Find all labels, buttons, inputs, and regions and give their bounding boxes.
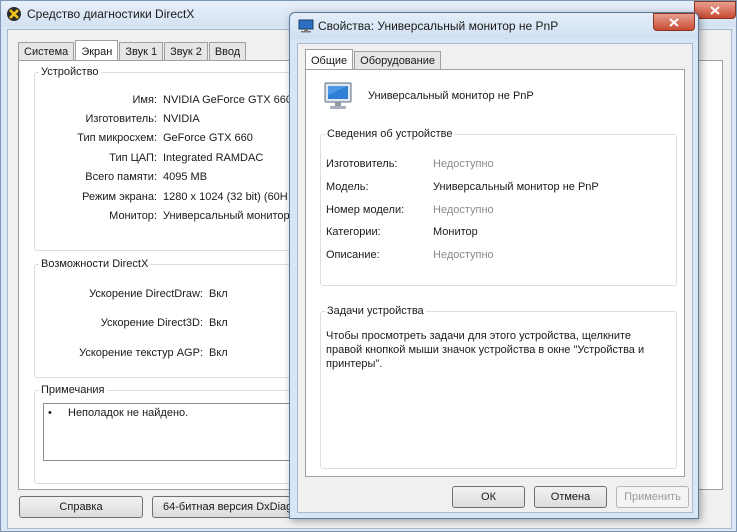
properties-dialog: Свойства: Универсальный монитор не PnP О… [289, 12, 699, 519]
device-row-value: NVIDIA [163, 113, 200, 125]
info-row-value: Универсальный монитор не PnP [433, 181, 599, 193]
general-tab-panel: Универсальный монитор не PnP Сведения об… [305, 69, 685, 477]
tab-display[interactable]: Экран [75, 40, 119, 61]
directx-features-legend: Возможности DirectX [41, 258, 149, 270]
feature-row-label: Ускорение DirectDraw: [89, 288, 203, 300]
monitor-icon [324, 82, 352, 109]
dxdiag-close-button[interactable] [694, 1, 736, 19]
apply-button: Применить [616, 486, 689, 508]
info-row-label: Номер модели: [326, 204, 405, 216]
device-name-label: Универсальный монитор не PnP [368, 90, 534, 102]
monitor-icon [298, 19, 314, 33]
device-row-value: GeForce GTX 660 [163, 132, 253, 144]
dxdiag-app-icon [7, 7, 21, 21]
device-info-legend: Сведения об устройстве [327, 128, 453, 140]
tab-general[interactable]: Общие [305, 49, 354, 70]
tab-input[interactable]: Ввод [208, 42, 247, 61]
device-row-label: Всего памяти: [85, 171, 157, 183]
dxdiag-tabs: Система Экран Звук 1 Звук 2 Ввод [18, 40, 247, 61]
properties-title: Свойства: Универсальный монитор не PnP [318, 19, 559, 33]
info-row-value: Недоступно [433, 249, 494, 261]
info-row-label: Модель: [326, 181, 369, 193]
feature-row-value: Вкл [209, 288, 228, 300]
properties-titlebar[interactable]: Свойства: Универсальный монитор не PnP [290, 13, 698, 39]
device-row-label: Режим экрана: [82, 191, 157, 203]
info-row-value: Недоступно [433, 204, 494, 216]
feature-row-value: Вкл [209, 317, 228, 329]
device-row-label: Имя: [132, 94, 157, 106]
tab-system[interactable]: Система [18, 42, 75, 61]
cancel-button[interactable]: Отмена [534, 486, 607, 508]
dxdiag-title: Средство диагностики DirectX [27, 7, 195, 21]
dxdiag-64bit-button[interactable]: 64-битная версия DxDiag [152, 496, 297, 518]
feature-row-label: Ускорение Direct3D: [100, 317, 203, 329]
properties-close-button[interactable] [653, 13, 695, 31]
device-row-label: Монитор: [109, 210, 157, 222]
info-row-label: Изготовитель: [326, 158, 398, 170]
notes-group-legend: Примечания [41, 384, 105, 396]
device-row-label: Тип ЦАП: [109, 152, 157, 164]
help-button[interactable]: Справка [19, 496, 143, 518]
device-row-value: Integrated RAMDAC [163, 152, 264, 164]
notes-textbox[interactable]: • Неполадок не найдено. [43, 403, 313, 461]
device-row-label: Тип микросхем: [77, 132, 157, 144]
feature-row-value: Вкл [209, 347, 228, 359]
feature-row-label: Ускорение текстур AGP: [79, 347, 203, 359]
ok-button[interactable]: ОК [452, 486, 525, 508]
properties-tabs: Общие Оборудование [305, 49, 442, 70]
device-group-legend: Устройство [41, 66, 99, 78]
device-row-label: Изготовитель: [85, 113, 158, 125]
notes-bullet: • [48, 407, 52, 419]
device-row-value: 1280 x 1024 (32 bit) (60H [163, 191, 288, 203]
properties-body: Общие Оборудование Универсальный монитор… [297, 43, 693, 513]
info-row-label: Описание: [326, 249, 380, 261]
info-row-value: Недоступно [433, 158, 494, 170]
device-row-value: Универсальный монитор [163, 210, 290, 222]
close-icon [710, 6, 720, 15]
tab-sound-2[interactable]: Звук 2 [164, 42, 208, 61]
tab-hardware[interactable]: Оборудование [354, 51, 441, 70]
info-row-label: Категории: [326, 226, 381, 238]
close-icon [669, 18, 679, 27]
device-tasks-legend: Задачи устройства [327, 305, 424, 317]
device-row-value: NVIDIA GeForce GTX 660 [163, 94, 292, 106]
notes-item: Неполадок не найдено. [68, 407, 189, 419]
info-row-value: Монитор [433, 226, 478, 238]
device-tasks-text: Чтобы просмотреть задачи для этого устро… [326, 330, 645, 370]
device-row-value: 4095 MB [163, 171, 208, 183]
tab-sound-1[interactable]: Звук 1 [119, 42, 164, 61]
